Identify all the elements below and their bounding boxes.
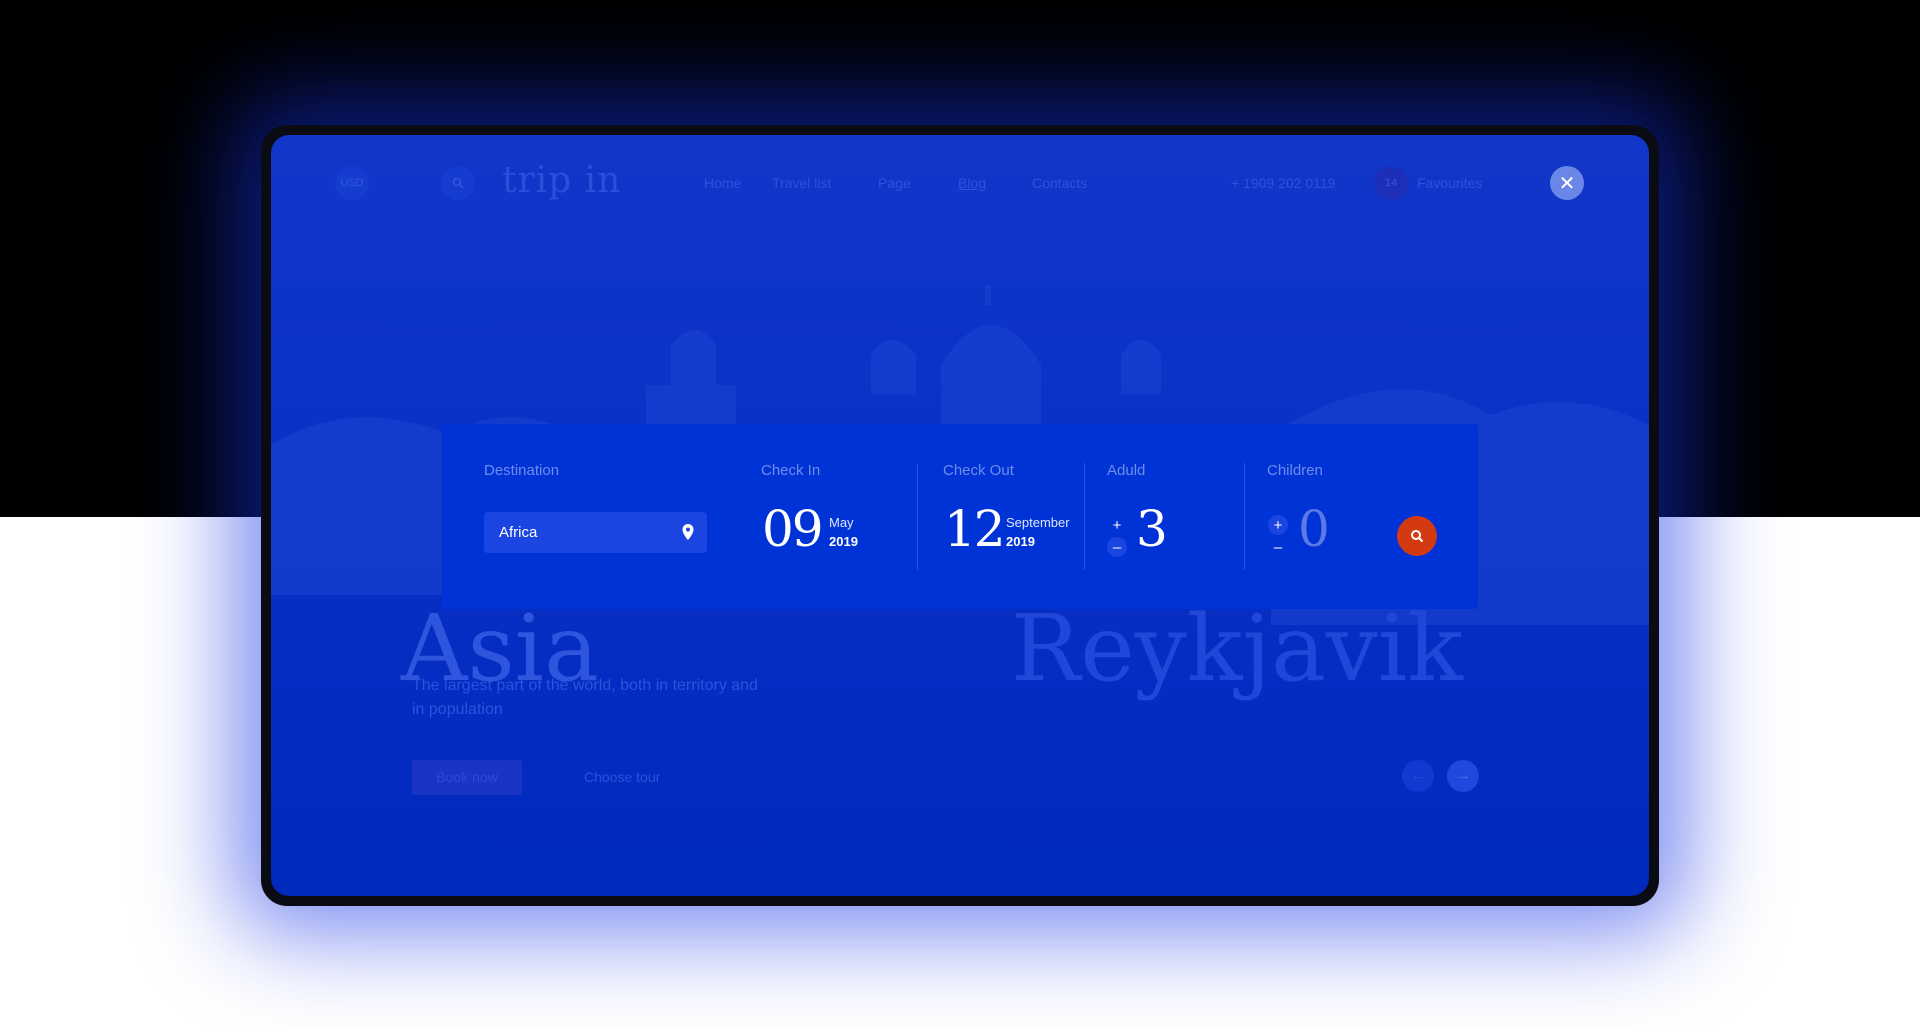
divider — [1244, 463, 1245, 570]
nav-page[interactable]: Page — [878, 175, 911, 191]
device-frame: USD trip in Home Travel list Page Blog C… — [261, 125, 1659, 906]
search-panel: Destination Africa Check In 09 May 2019 … — [442, 424, 1478, 609]
check-out-month: September — [1006, 515, 1070, 530]
nav-travel-list[interactable]: Travel list — [772, 175, 831, 191]
choose-tour-link[interactable]: Choose tour — [584, 769, 660, 785]
search-icon — [1411, 530, 1424, 543]
divider — [1084, 463, 1085, 570]
logo[interactable]: trip in — [502, 160, 621, 201]
arrow-right-icon: → — [1455, 767, 1471, 784]
check-in-month: May — [829, 515, 854, 530]
close-button[interactable]: ✕ — [1550, 166, 1584, 200]
currency-selector[interactable]: USD — [335, 166, 369, 200]
next-button[interactable]: → — [1447, 760, 1479, 792]
nav-home[interactable]: Home — [704, 175, 741, 191]
check-out-label: Check Out — [943, 462, 1014, 479]
nav-contacts[interactable]: Contacts — [1032, 175, 1087, 191]
nav-blog[interactable]: Blog — [958, 175, 986, 191]
destination-input[interactable]: Africa — [484, 512, 707, 553]
hero-title-secondary: Reykjavik — [1011, 595, 1463, 702]
check-in-day: 09 — [762, 500, 824, 558]
children-decrement[interactable]: – — [1268, 537, 1288, 557]
destination-value: Africa — [499, 524, 538, 541]
check-in-year: 2019 — [829, 534, 858, 549]
favourites-count-label: 14 — [1384, 177, 1398, 189]
hero-description-1: The largest part of the world, both in t… — [412, 677, 758, 694]
close-icon: ✕ — [1558, 172, 1576, 195]
search-icon — [452, 177, 464, 189]
divider — [917, 463, 918, 570]
adults-value: 3 — [1136, 500, 1168, 558]
hero-description-2: in population — [412, 701, 503, 718]
book-now-button[interactable]: Book now — [412, 760, 522, 795]
check-out-year: 2019 — [1006, 534, 1035, 549]
search-button[interactable] — [441, 166, 475, 200]
adults-label: Aduld — [1107, 462, 1146, 479]
favourites-count[interactable]: 14 — [1374, 166, 1408, 200]
check-in-label: Check In — [761, 462, 821, 479]
children-label: Children — [1267, 462, 1323, 479]
search-submit-button[interactable] — [1397, 516, 1437, 556]
arrow-left-icon: ← — [1410, 767, 1426, 784]
screen: USD trip in Home Travel list Page Blog C… — [271, 135, 1649, 896]
children-increment[interactable]: + — [1268, 515, 1288, 535]
phone-number[interactable]: + 1909 202 0119 — [1231, 175, 1335, 191]
adults-decrement[interactable]: – — [1107, 537, 1127, 557]
map-pin-icon — [682, 524, 694, 540]
check-out-day: 12 — [944, 500, 1006, 558]
favourites-link[interactable]: Favourites — [1417, 175, 1482, 191]
adults-increment[interactable]: + — [1107, 515, 1127, 535]
destination-label: Destination — [484, 462, 560, 479]
prev-button[interactable]: ← — [1402, 760, 1434, 792]
currency-label: USD — [340, 177, 364, 189]
children-value: 0 — [1298, 500, 1330, 558]
